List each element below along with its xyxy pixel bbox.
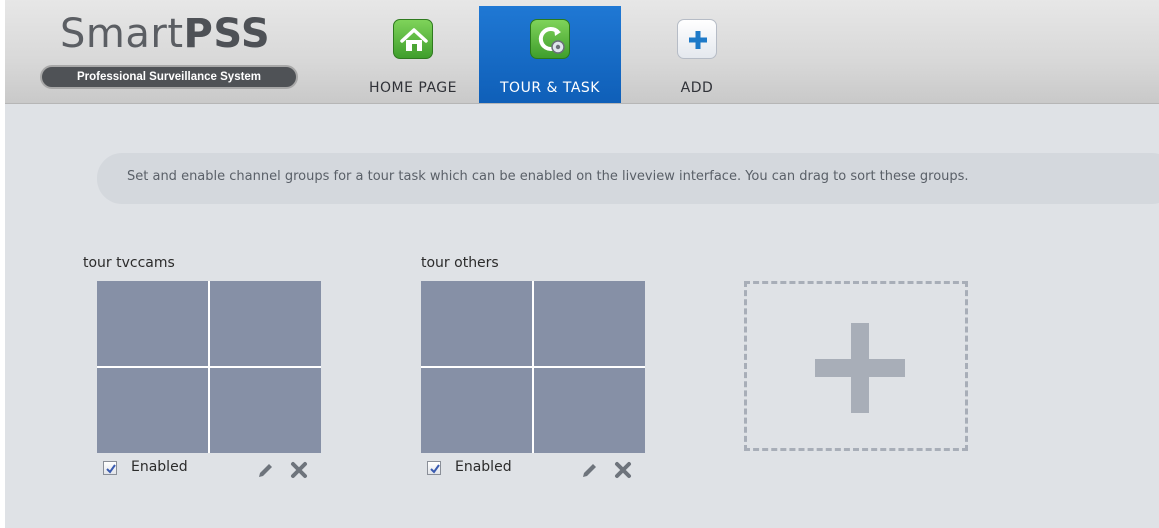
add-icon	[677, 19, 717, 59]
description-text: Set and enable channel groups for a tour…	[127, 169, 969, 184]
plus-icon	[851, 323, 869, 413]
tab-add-label: ADD	[680, 80, 714, 96]
enabled-row: Enabled	[427, 459, 517, 479]
home-icon	[393, 19, 433, 59]
tab-home-page[interactable]: HOME PAGE	[342, 6, 484, 103]
group-thumbnail[interactable]	[97, 281, 321, 453]
channel-cell	[534, 281, 645, 366]
enabled-label: Enabled	[131, 459, 188, 475]
delete-icon[interactable]	[613, 460, 633, 480]
app-name: SmartPSS	[60, 11, 271, 57]
tab-tour-task[interactable]: TOUR & TASK	[479, 6, 621, 103]
channel-cell	[534, 368, 645, 453]
app-window: SmartPSS Professional Surveillance Syste…	[5, 0, 1159, 528]
channel-cell	[97, 281, 208, 366]
add-group-button[interactable]	[744, 281, 968, 451]
enabled-label: Enabled	[455, 459, 512, 475]
enabled-row: Enabled	[103, 459, 193, 479]
group-title: tour others	[421, 255, 499, 271]
channel-cell	[421, 281, 532, 366]
group-thumbnail[interactable]	[421, 281, 645, 453]
delete-icon[interactable]	[289, 460, 309, 480]
tab-home-page-label: HOME PAGE	[369, 80, 457, 96]
edit-icon[interactable]	[255, 460, 275, 480]
enabled-checkbox[interactable]	[427, 461, 441, 475]
edit-icon[interactable]	[579, 460, 599, 480]
logo: SmartPSS Professional Surveillance Syste…	[40, 11, 304, 92]
top-bar: SmartPSS Professional Surveillance Syste…	[5, 0, 1159, 104]
channel-cell	[421, 368, 532, 453]
channel-cell	[210, 281, 321, 366]
group-title: tour tvccams	[83, 255, 175, 271]
description-banner: Set and enable channel groups for a tour…	[97, 153, 1159, 204]
enabled-checkbox[interactable]	[103, 461, 117, 475]
check-icon	[430, 464, 440, 474]
channel-cell	[210, 368, 321, 453]
channel-cell	[97, 368, 208, 453]
tab-add[interactable]: ADD	[626, 6, 768, 103]
tab-tour-task-label: TOUR & TASK	[500, 80, 600, 96]
check-icon	[106, 464, 116, 474]
tour-task-icon	[530, 19, 570, 59]
app-subtitle: Professional Surveillance System	[40, 65, 298, 89]
